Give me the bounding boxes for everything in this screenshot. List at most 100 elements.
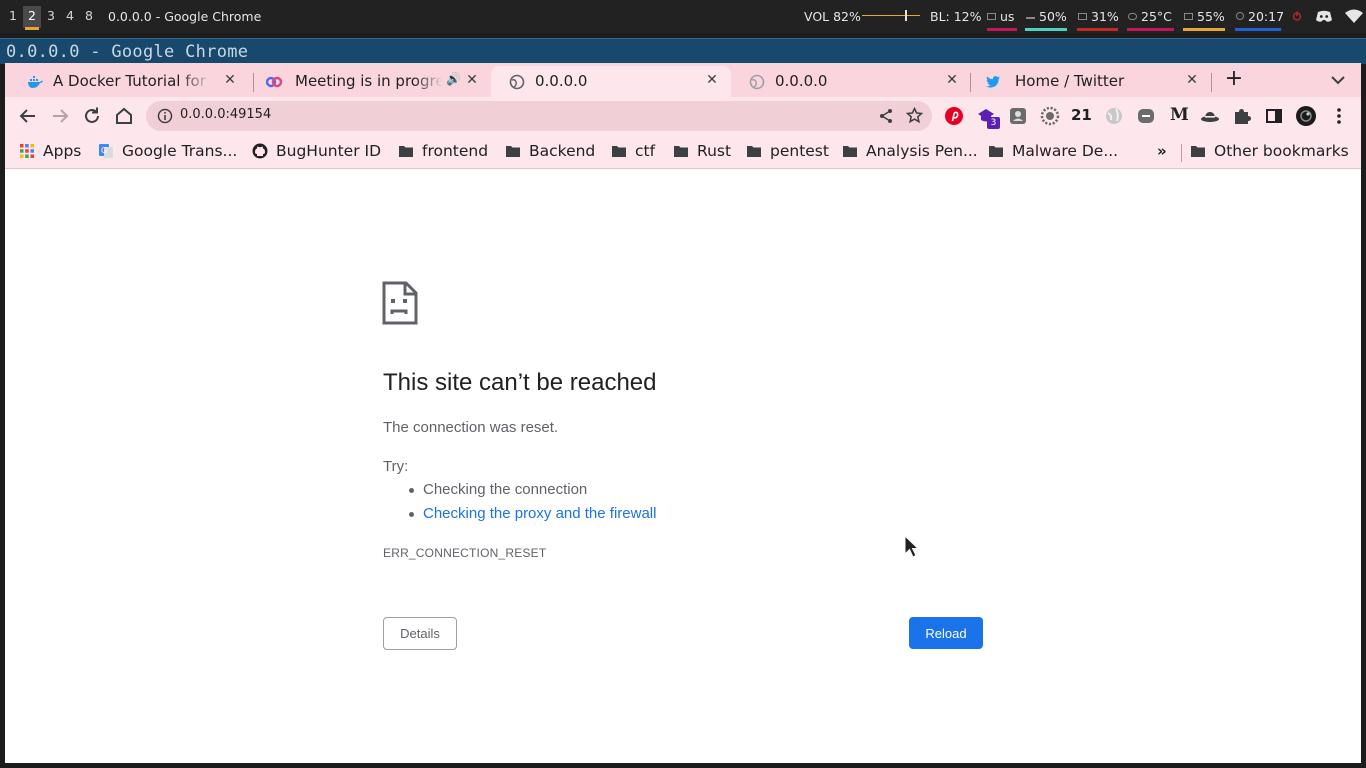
- back-button[interactable]: [17, 105, 39, 127]
- tab-label: 0.0.0.0: [775, 72, 828, 90]
- discord-icon[interactable]: [1315, 10, 1333, 23]
- url-text[interactable]: 0.0.0.0:49154: [180, 107, 271, 122]
- bookmark-label: pentest: [770, 142, 829, 160]
- bookmark-label: BugHunter ID: [276, 142, 382, 160]
- workspace-8[interactable]: 8: [80, 6, 98, 28]
- reload-button[interactable]: [81, 105, 103, 127]
- volume-bar[interactable]: [862, 15, 920, 16]
- keyboard-underline: [987, 28, 1017, 31]
- home-button[interactable]: [113, 105, 135, 127]
- folder-icon: [674, 146, 688, 157]
- hat-extension-icon[interactable]: [1200, 106, 1220, 126]
- memory-underline: [1025, 28, 1067, 31]
- temperature: 25°C: [1128, 9, 1172, 24]
- clock: 20:17: [1236, 9, 1284, 24]
- arrow-right-icon: [53, 109, 69, 123]
- browser-toolbar: 0.0.0.0:49154 3 21 M: [5, 97, 1361, 135]
- close-tab-icon[interactable]: ✕: [703, 71, 721, 89]
- try-label: Try:: [383, 458, 409, 475]
- close-tab-icon[interactable]: ✕: [463, 71, 481, 89]
- bookmark-label: Malware De...: [1012, 142, 1119, 160]
- cpu-underline: [1077, 28, 1118, 31]
- workspace-2[interactable]: 2: [23, 6, 41, 30]
- tab-label: Meeting is in progre: [295, 72, 443, 90]
- line-messenger-icon[interactable]: [1136, 106, 1156, 126]
- forward-button[interactable]: [49, 105, 71, 127]
- svg-text:G: G: [101, 146, 107, 155]
- suggestion-check-proxy-link[interactable]: Checking the proxy and the firewall: [408, 505, 656, 529]
- volume-knob[interactable]: [905, 10, 907, 21]
- workspace-3[interactable]: 3: [42, 6, 60, 28]
- medium-icon[interactable]: M: [1170, 105, 1189, 125]
- keyboard-layout: us: [987, 9, 1014, 24]
- bookmark-label: Analysis Pen...: [866, 142, 978, 160]
- temperature-underline: [1127, 28, 1174, 31]
- power-icon[interactable]: [1292, 11, 1302, 21]
- tab-label: Home / Twitter: [1015, 72, 1125, 90]
- close-tab-icon[interactable]: ✕: [943, 71, 961, 89]
- apps-grid-icon: [20, 144, 34, 158]
- reload-page-button[interactable]: Reload: [909, 617, 983, 649]
- error-description: The connection was reset.: [383, 419, 559, 436]
- folder-icon: [506, 146, 520, 157]
- workspace-4[interactable]: 4: [61, 6, 79, 28]
- folder-icon: [612, 146, 626, 157]
- address-bar[interactable]: 0.0.0.0:49154: [146, 101, 932, 131]
- keyboard-icon: [987, 13, 996, 20]
- google-translate-icon: G: [99, 144, 113, 158]
- gear-extension-icon[interactable]: [1040, 106, 1060, 126]
- window-title: 0.0.0.0 - Google Chrome: [6, 42, 249, 62]
- tab-meeting[interactable]: Meeting is in progre 🔊 ✕: [251, 66, 491, 97]
- browser-window: A Docker Tutorial for B ✕ Meeting is in …: [5, 63, 1361, 763]
- side-panel-icon[interactable]: [1264, 106, 1284, 126]
- suggestion-check-connection: Checking the connection: [408, 481, 656, 505]
- share-icon[interactable]: [878, 108, 894, 124]
- bookmarks-overflow-button[interactable]: »: [1157, 142, 1167, 160]
- window-titlebar: 0.0.0.0 - Google Chrome: [0, 38, 1366, 64]
- tab-label: 0.0.0.0: [535, 72, 588, 90]
- tab-strip: A Docker Tutorial for B ✕ Meeting is in …: [5, 63, 1361, 97]
- bookmark-label: Backend: [529, 142, 596, 160]
- audio-playing-icon[interactable]: 🔊: [446, 72, 461, 86]
- backlight-label: BL: 12%: [930, 9, 982, 24]
- keyboard-layout-value: us: [1000, 9, 1015, 24]
- mouse-cursor-icon: [904, 535, 920, 558]
- close-tab-icon[interactable]: ✕: [1183, 71, 1201, 89]
- disk-underline: [1183, 28, 1225, 31]
- clock-underline: [1235, 28, 1281, 31]
- chevron-down-icon[interactable]: [1329, 71, 1347, 89]
- wifi-icon[interactable]: [1345, 9, 1363, 23]
- globe-icon: [749, 74, 765, 90]
- folder-icon: [843, 146, 857, 157]
- error-page: This site can’t be reached The connectio…: [5, 169, 1361, 763]
- globe-extension-icon[interactable]: [1104, 106, 1124, 126]
- system-status-bar: 1 2 3 4 8 0.0.0.0 - Google Chrome VOL 82…: [0, 0, 1366, 33]
- twitter-icon: [986, 76, 1000, 88]
- tab-label: A Docker Tutorial for B: [53, 72, 211, 90]
- bookmark-star-icon[interactable]: [906, 107, 923, 124]
- folder-icon: [989, 146, 1003, 157]
- details-button[interactable]: Details: [383, 617, 457, 650]
- tab-active-0000[interactable]: 0.0.0.0 ✕: [491, 66, 731, 97]
- memory-icon: [1026, 17, 1035, 20]
- puzzle-extensions-icon[interactable]: [1232, 106, 1252, 126]
- bookmark-label: Other bookmarks: [1214, 142, 1349, 160]
- tab-0000[interactable]: 0.0.0.0 ✕: [731, 66, 971, 97]
- new-tab-button[interactable]: +: [1223, 68, 1245, 91]
- bookmarks-bar: Apps G Google Trans... BugHunter ID fron…: [5, 135, 1361, 169]
- profile-square-icon[interactable]: [1008, 106, 1028, 126]
- focused-window-title: 0.0.0.0 - Google Chrome: [108, 9, 262, 24]
- cpu-value: 31%: [1091, 9, 1119, 24]
- tab-docker-tutorial[interactable]: A Docker Tutorial for B ✕: [9, 66, 249, 97]
- memory-usage: 50%: [1026, 9, 1067, 24]
- error-code: ERR_CONNECTION_RESET: [383, 546, 547, 560]
- info-icon[interactable]: [157, 108, 173, 124]
- disk-usage: 55%: [1184, 9, 1225, 24]
- extension-counter[interactable]: 21: [1071, 106, 1092, 124]
- workspace-1[interactable]: 1: [4, 6, 22, 28]
- profile-avatar-icon[interactable]: [1296, 106, 1316, 126]
- close-tab-icon[interactable]: ✕: [221, 71, 239, 89]
- pinterest-icon[interactable]: [944, 106, 964, 126]
- more-menu-icon[interactable]: [1331, 106, 1347, 126]
- tab-twitter[interactable]: Home / Twitter ✕: [971, 66, 1211, 97]
